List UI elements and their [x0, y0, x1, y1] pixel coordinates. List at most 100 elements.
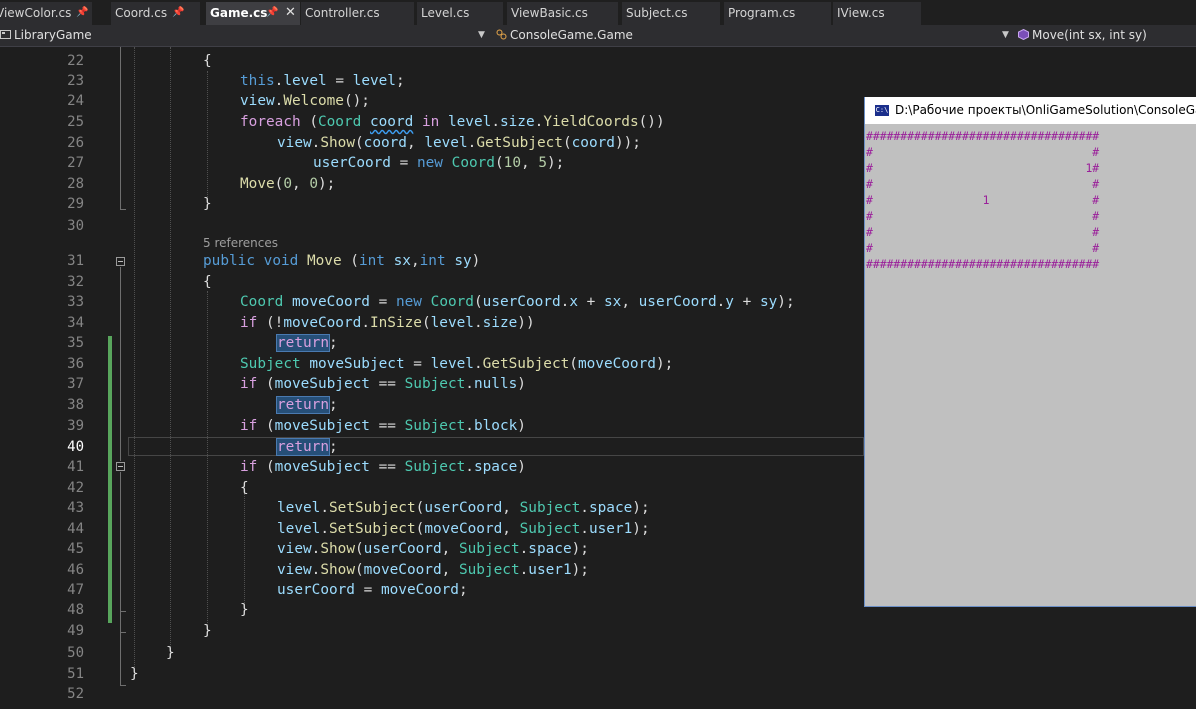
code-editor[interactable]: 22 23 24 25 26 27 28 29 30 31 32 33 34 35 36 37 38 39 40 41…	[0, 47, 864, 709]
code-token: ();	[343, 93, 370, 109]
code-token: (	[354, 135, 364, 151]
tab-level[interactable]: Level.cs	[417, 2, 503, 25]
chevron-down-icon[interactable]: ▼	[478, 26, 485, 45]
code-line[interactable]: userCoord = moveCoord;	[277, 580, 468, 600]
code-token: {	[240, 480, 249, 496]
collapse-toggle-icon[interactable]	[116, 257, 125, 266]
code-line[interactable]: if (moveSubject == Subject.nulls)	[240, 374, 526, 394]
codelens-references[interactable]: 5 references	[203, 236, 278, 250]
pin-icon[interactable]: 📌	[266, 2, 278, 24]
code-token: GetSubject	[476, 135, 563, 151]
code-line[interactable]: Coord moveCoord = new Coord(userCoord.x …	[240, 292, 795, 312]
tab-iview[interactable]: IView.cs	[833, 2, 921, 25]
tab-game[interactable]: Game.cs 📌 ✕	[206, 2, 300, 25]
type-dropdown[interactable]: ConsoleGame.Game ▼	[496, 26, 1012, 45]
member-dropdown[interactable]: Move(int sx, int sy)	[1018, 26, 1196, 45]
code-token: ,	[441, 541, 459, 557]
code-line[interactable]: this.level = level;	[240, 71, 405, 91]
code-line[interactable]: view.Show(userCoord, Subject.space);	[277, 539, 589, 559]
code-line[interactable]: Subject moveSubject = level.GetSubject(m…	[240, 354, 673, 374]
code-line[interactable]: }	[240, 600, 249, 620]
close-icon[interactable]: ✕	[285, 2, 296, 24]
pin-icon[interactable]: 📌	[172, 2, 184, 24]
code-token: moveCoord	[424, 521, 503, 537]
code-token: (	[562, 135, 572, 151]
code-token: (	[354, 541, 364, 557]
code-token: 0	[283, 176, 292, 192]
code-line[interactable]: {	[203, 51, 212, 71]
tab-viewbasic[interactable]: ViewBasic.cs	[507, 2, 618, 25]
code-token: public	[203, 253, 255, 269]
code-line[interactable]: }	[130, 664, 139, 684]
code-token: ==	[369, 418, 405, 434]
project-name: LibraryGame	[14, 28, 92, 42]
code-line[interactable]: level.SetSubject(moveCoord, Subject.user…	[277, 519, 650, 539]
chevron-down-icon[interactable]: ▼	[1002, 26, 1009, 45]
line-number: 32	[67, 274, 84, 290]
code-token: int	[358, 253, 385, 269]
tab-program[interactable]: Program.cs	[724, 2, 831, 25]
console-title-bar[interactable]: C:\ D:\Рабочие проекты\OnliGameSolution\…	[865, 97, 1196, 124]
tab-subject[interactable]: Subject.cs	[622, 2, 720, 25]
line-number: 44	[67, 521, 84, 537]
code-line[interactable]: if (moveSubject == Subject.block)	[240, 416, 526, 436]
code-line[interactable]: view.Show(coord, level.GetSubject(coord)…	[277, 133, 641, 153]
tab-controller[interactable]: Controller.cs	[301, 2, 414, 25]
code-token: nulls	[473, 376, 518, 392]
project-icon	[0, 30, 11, 39]
line-number: 26	[67, 135, 84, 151]
code-token: moveSubject	[309, 356, 405, 372]
code-token: .	[361, 315, 370, 331]
project-dropdown[interactable]: LibraryGame ▼	[0, 26, 490, 45]
code-line[interactable]: view.Show(moveCoord, Subject.user1);	[277, 560, 589, 580]
tab-coord[interactable]: Coord.cs 📌	[111, 2, 200, 25]
console-window[interactable]: C:\ D:\Рабочие проекты\OnliGameSolution\…	[864, 97, 1196, 607]
code-token: Move	[306, 253, 342, 269]
code-line[interactable]: return;	[276, 333, 338, 353]
code-token: Move	[240, 176, 275, 192]
code-line[interactable]: foreach (Coord coord in level.size.Yield…	[240, 112, 665, 132]
code-token: ,	[441, 562, 459, 578]
code-line[interactable]: userCoord = new Coord(10, 5);	[313, 153, 564, 173]
line-number: 39	[67, 418, 84, 434]
code-token: =	[354, 582, 381, 598]
code-token: foreach	[240, 114, 301, 130]
code-line[interactable]: if (moveSubject == Subject.space)	[240, 457, 526, 477]
code-token: moveCoord	[577, 356, 656, 372]
code-token: if	[240, 315, 258, 331]
code-token: Subject	[404, 459, 466, 475]
code-line[interactable]: {	[203, 272, 212, 292]
code-line[interactable]: }	[203, 194, 212, 214]
code-token: YieldCoords	[543, 114, 639, 130]
code-token: (	[473, 294, 483, 310]
tab-viewcolor[interactable]: ViewColor.cs 📌	[0, 2, 92, 25]
code-line[interactable]: return;	[276, 395, 338, 415]
code-token: Show	[320, 541, 355, 557]
tab-label: IView.cs	[837, 6, 885, 20]
code-token: sy	[454, 253, 472, 269]
code-line[interactable]: if (!moveCoord.InSize(level.size))	[240, 313, 535, 333]
console-output-line: # #	[866, 225, 1100, 239]
code-token: .	[519, 562, 529, 578]
code-line[interactable]: }	[166, 643, 175, 663]
code-token: )	[517, 418, 526, 434]
code-token: coord	[571, 135, 615, 151]
code-token: Subject	[519, 521, 581, 537]
code-line[interactable]: view.Welcome();	[240, 91, 370, 111]
code-line[interactable]: }	[203, 621, 212, 641]
code-line[interactable]: return;	[276, 437, 338, 457]
code-token: .	[716, 294, 726, 310]
code-line[interactable]: level.SetSubject(userCoord, Subject.spac…	[277, 498, 650, 518]
collapse-toggle-icon[interactable]	[116, 462, 125, 471]
code-line[interactable]: Move(0, 0);	[240, 174, 335, 194]
pin-icon[interactable]: 📌	[76, 2, 88, 24]
code-line[interactable]: {	[240, 478, 249, 498]
code-token: ,	[292, 176, 310, 192]
code-line[interactable]: public void Move (int sx,int sy)	[203, 251, 480, 271]
code-token: space	[528, 541, 572, 557]
code-token: ,	[406, 135, 425, 151]
line-number: 37	[67, 376, 84, 392]
